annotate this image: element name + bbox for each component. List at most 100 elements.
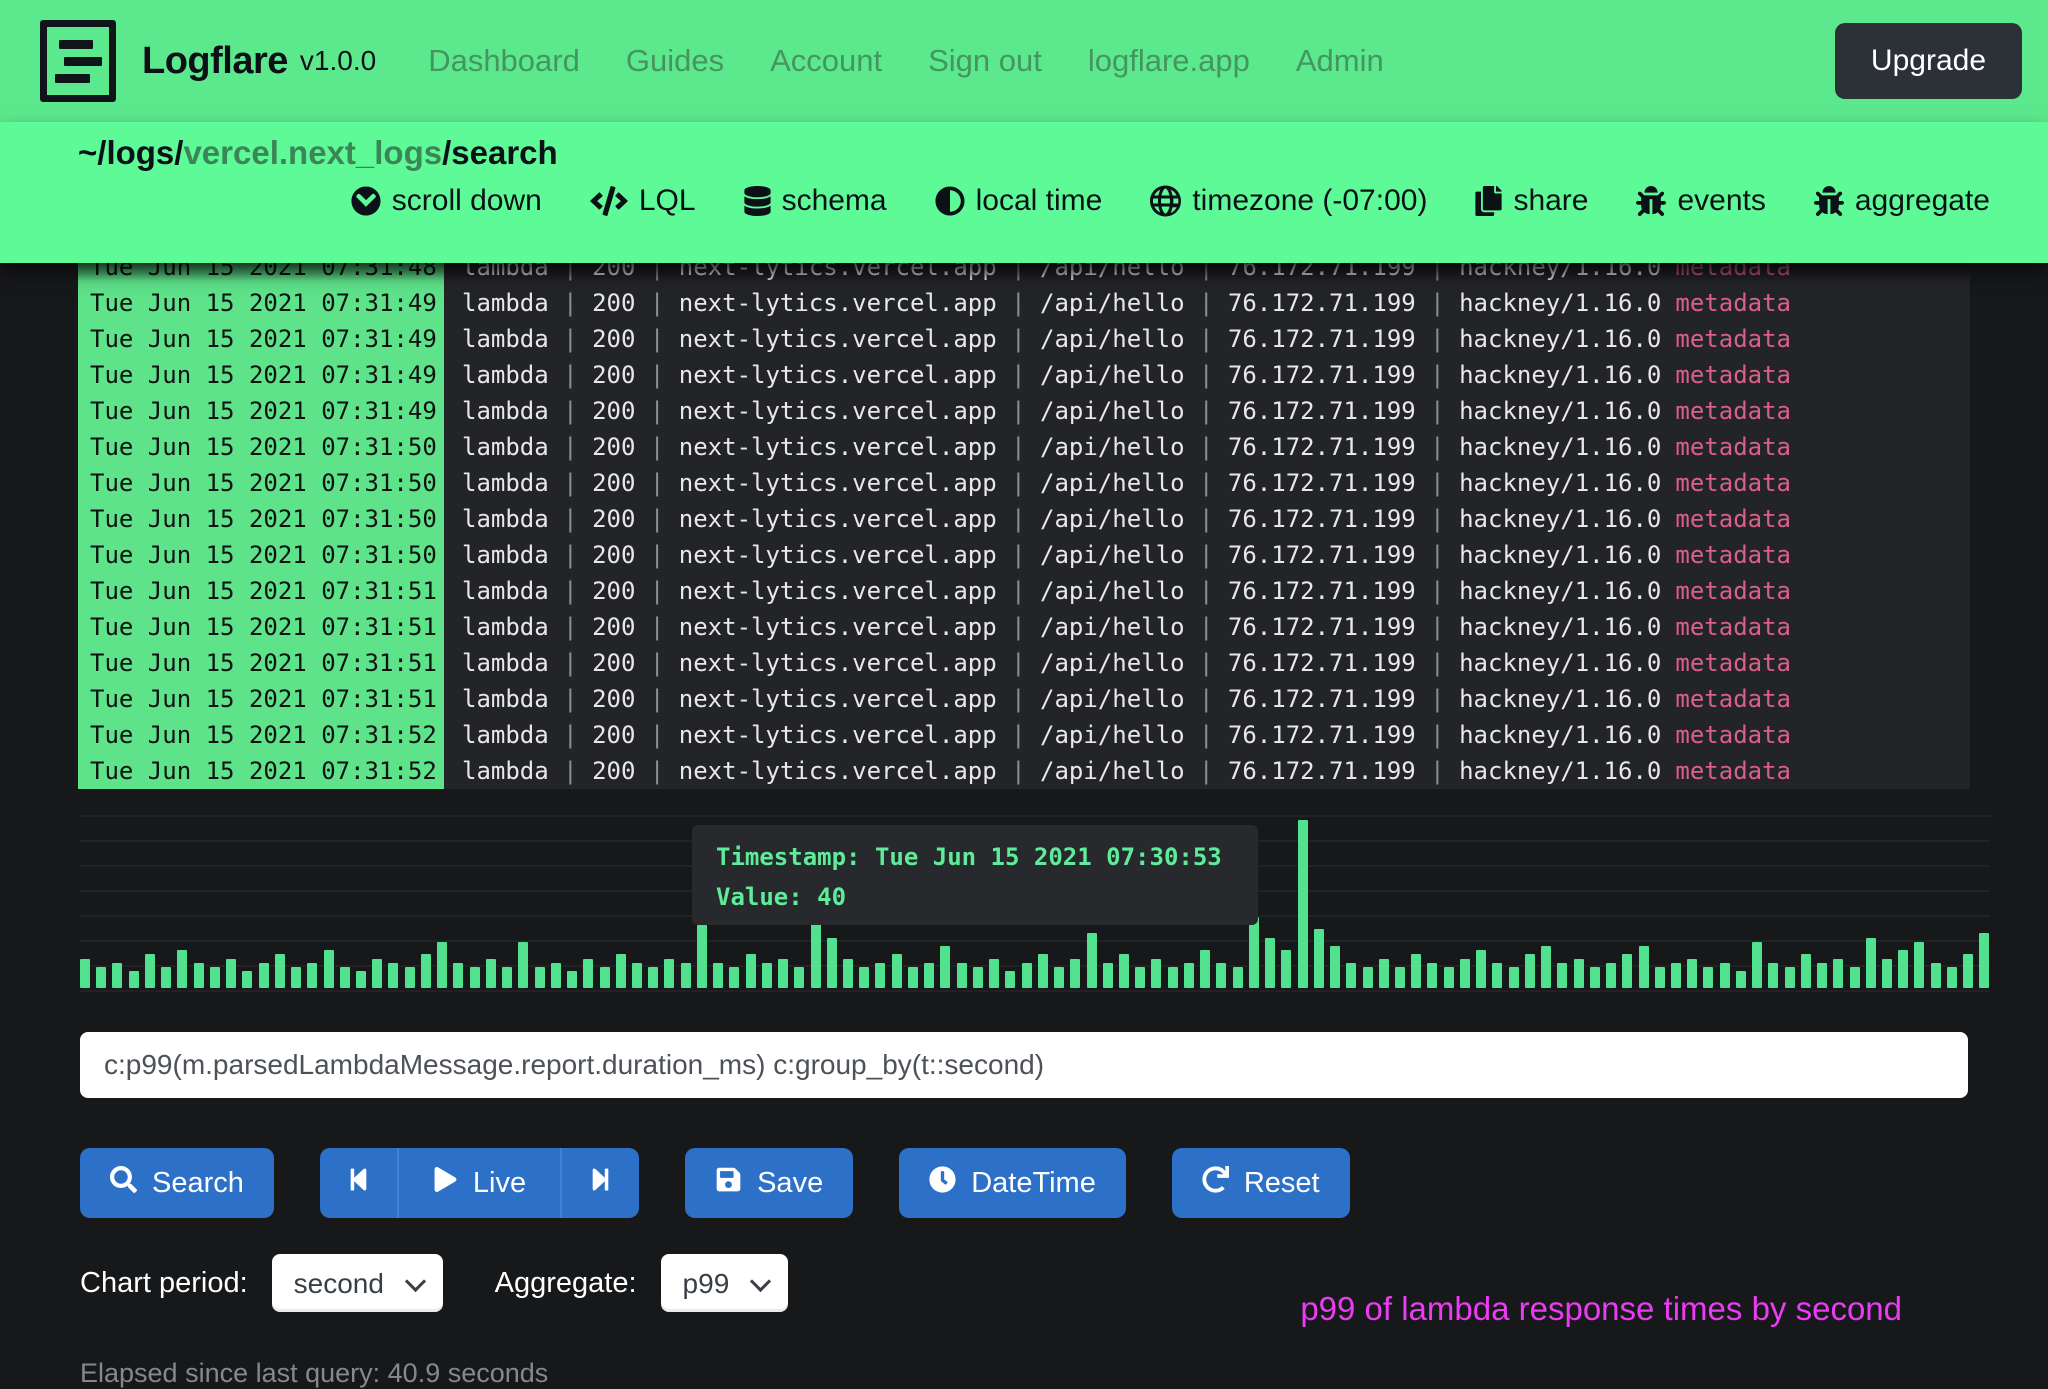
chart-bar[interactable] (1768, 963, 1778, 988)
nav-link-admin[interactable]: Admin (1296, 43, 1384, 79)
chart-bar[interactable] (600, 967, 610, 988)
toolbar-item-timezone-07-00[interactable]: timezone (-07:00) (1150, 184, 1427, 218)
chart-bar[interactable] (1671, 963, 1681, 988)
chart-bar[interactable] (713, 963, 723, 988)
chart-bar[interactable] (697, 925, 707, 988)
chart-bar[interactable] (1005, 971, 1015, 988)
metadata-link[interactable]: metadata (1675, 685, 1791, 713)
chart-bar[interactable] (1022, 963, 1032, 988)
chart-bar[interactable] (1200, 950, 1210, 988)
chart-bar[interactable] (405, 967, 415, 988)
chart-bar[interactable] (259, 963, 269, 988)
chart-bar[interactable] (1947, 967, 1957, 988)
chart-bar[interactable] (1785, 967, 1795, 988)
chart-bar[interactable] (1281, 950, 1291, 988)
chart-bar[interactable] (437, 942, 447, 988)
chart-bar[interactable] (1833, 959, 1843, 988)
chart-bar[interactable] (681, 963, 691, 988)
toolbar-item-aggregate[interactable]: aggregate (1814, 184, 1990, 218)
save-button[interactable]: Save (685, 1148, 853, 1218)
chart-bar[interactable] (1687, 959, 1697, 988)
datetime-button[interactable]: DateTime (899, 1148, 1126, 1218)
chart-bar[interactable] (1119, 954, 1129, 988)
chart-bar[interactable] (470, 967, 480, 988)
metadata-link[interactable]: metadata (1675, 577, 1791, 605)
chart-bar[interactable] (551, 963, 561, 988)
chart-bar[interactable] (242, 971, 252, 988)
chart-bar[interactable] (161, 967, 171, 988)
toolbar-item-share[interactable]: share (1475, 184, 1588, 218)
upgrade-button[interactable]: Upgrade (1835, 23, 2022, 99)
chart-bar[interactable] (1298, 820, 1308, 988)
chart-bar[interactable] (1054, 967, 1064, 988)
nav-link-account[interactable]: Account (770, 43, 882, 79)
chart-bar[interactable] (1914, 942, 1924, 988)
chart-bar[interactable] (1736, 971, 1746, 988)
chart-bar[interactable] (1233, 967, 1243, 988)
chart-bar[interactable] (1070, 959, 1080, 988)
chart-bar[interactable] (762, 963, 772, 988)
chart-bar[interactable] (96, 967, 106, 988)
chart-bar[interactable] (940, 946, 950, 988)
chart-bar[interactable] (112, 963, 122, 988)
chart-bar[interactable] (1817, 963, 1827, 988)
chart-bar[interactable] (664, 959, 674, 988)
chart-bar[interactable] (1314, 929, 1324, 988)
log-row[interactable]: Tue Jun 15 2021 07:31:49lambda | 200 | n… (78, 357, 1970, 393)
chart-bar[interactable] (1703, 967, 1713, 988)
chart-bar[interactable] (307, 963, 317, 988)
metadata-link[interactable]: metadata (1675, 433, 1791, 461)
chart-bar[interactable] (1801, 954, 1811, 988)
chart-bar[interactable] (1411, 954, 1421, 988)
chart-bar[interactable] (1476, 950, 1486, 988)
chart-period-select[interactable]: second (272, 1254, 443, 1312)
live-button[interactable]: Live (397, 1148, 560, 1218)
chart-bar[interactable] (827, 938, 837, 988)
metadata-link[interactable]: metadata (1675, 361, 1791, 389)
log-row[interactable]: Tue Jun 15 2021 07:31:50lambda | 200 | n… (78, 501, 1970, 537)
log-row[interactable]: Tue Jun 15 2021 07:31:50lambda | 200 | n… (78, 537, 1970, 573)
log-row[interactable]: Tue Jun 15 2021 07:31:48lambda | 200 | n… (78, 263, 1970, 285)
chart-bar[interactable] (129, 971, 139, 988)
breadcrumb-source[interactable]: vercel.next_logs (183, 134, 442, 171)
metadata-link[interactable]: metadata (1675, 469, 1791, 497)
log-row[interactable]: Tue Jun 15 2021 07:31:51lambda | 200 | n… (78, 681, 1970, 717)
metadata-link[interactable]: metadata (1675, 325, 1791, 353)
metadata-link[interactable]: metadata (1675, 505, 1791, 533)
log-row[interactable]: Tue Jun 15 2021 07:31:49lambda | 200 | n… (78, 393, 1970, 429)
chart-bar[interactable] (486, 959, 496, 988)
chart-bar[interactable] (746, 954, 756, 988)
log-row[interactable]: Tue Jun 15 2021 07:31:51lambda | 200 | n… (78, 573, 1970, 609)
chart-bar[interactable] (1249, 917, 1259, 988)
chart-bar[interactable] (1574, 959, 1584, 988)
chart-bar[interactable] (1135, 967, 1145, 988)
chart-bar[interactable] (356, 971, 366, 988)
chart-bar[interactable] (1444, 967, 1454, 988)
metadata-link[interactable]: metadata (1675, 289, 1791, 317)
chart-bar[interactable] (1639, 946, 1649, 988)
chart-bar[interactable] (1557, 963, 1567, 988)
chart-bar[interactable] (1979, 933, 1989, 988)
toolbar-item-events[interactable]: events (1636, 184, 1765, 218)
chart-bar[interactable] (1655, 967, 1665, 988)
log-row[interactable]: Tue Jun 15 2021 07:31:52lambda | 200 | n… (78, 753, 1970, 789)
chart-bar[interactable] (1720, 963, 1730, 988)
chart-bar[interactable] (567, 971, 577, 988)
chart-bar[interactable] (1931, 963, 1941, 988)
chart-bar[interactable] (388, 963, 398, 988)
chart-bar[interactable] (1492, 963, 1502, 988)
metadata-link[interactable]: metadata (1675, 613, 1791, 641)
skip-to-start-button[interactable] (320, 1148, 397, 1218)
chart-bar[interactable] (1898, 950, 1908, 988)
chart-bar[interactable] (843, 959, 853, 988)
metadata-link[interactable]: metadata (1675, 721, 1791, 749)
chart-bar[interactable] (1265, 938, 1275, 988)
chart-bar[interactable] (1151, 959, 1161, 988)
chart-bar[interactable] (421, 954, 431, 988)
chart-bar[interactable] (177, 950, 187, 988)
chart-bar[interactable] (1622, 954, 1632, 988)
chart-bar[interactable] (1363, 967, 1373, 988)
chart-bar[interactable] (210, 967, 220, 988)
chart-bar[interactable] (1460, 959, 1470, 988)
chart-bar[interactable] (1509, 967, 1519, 988)
